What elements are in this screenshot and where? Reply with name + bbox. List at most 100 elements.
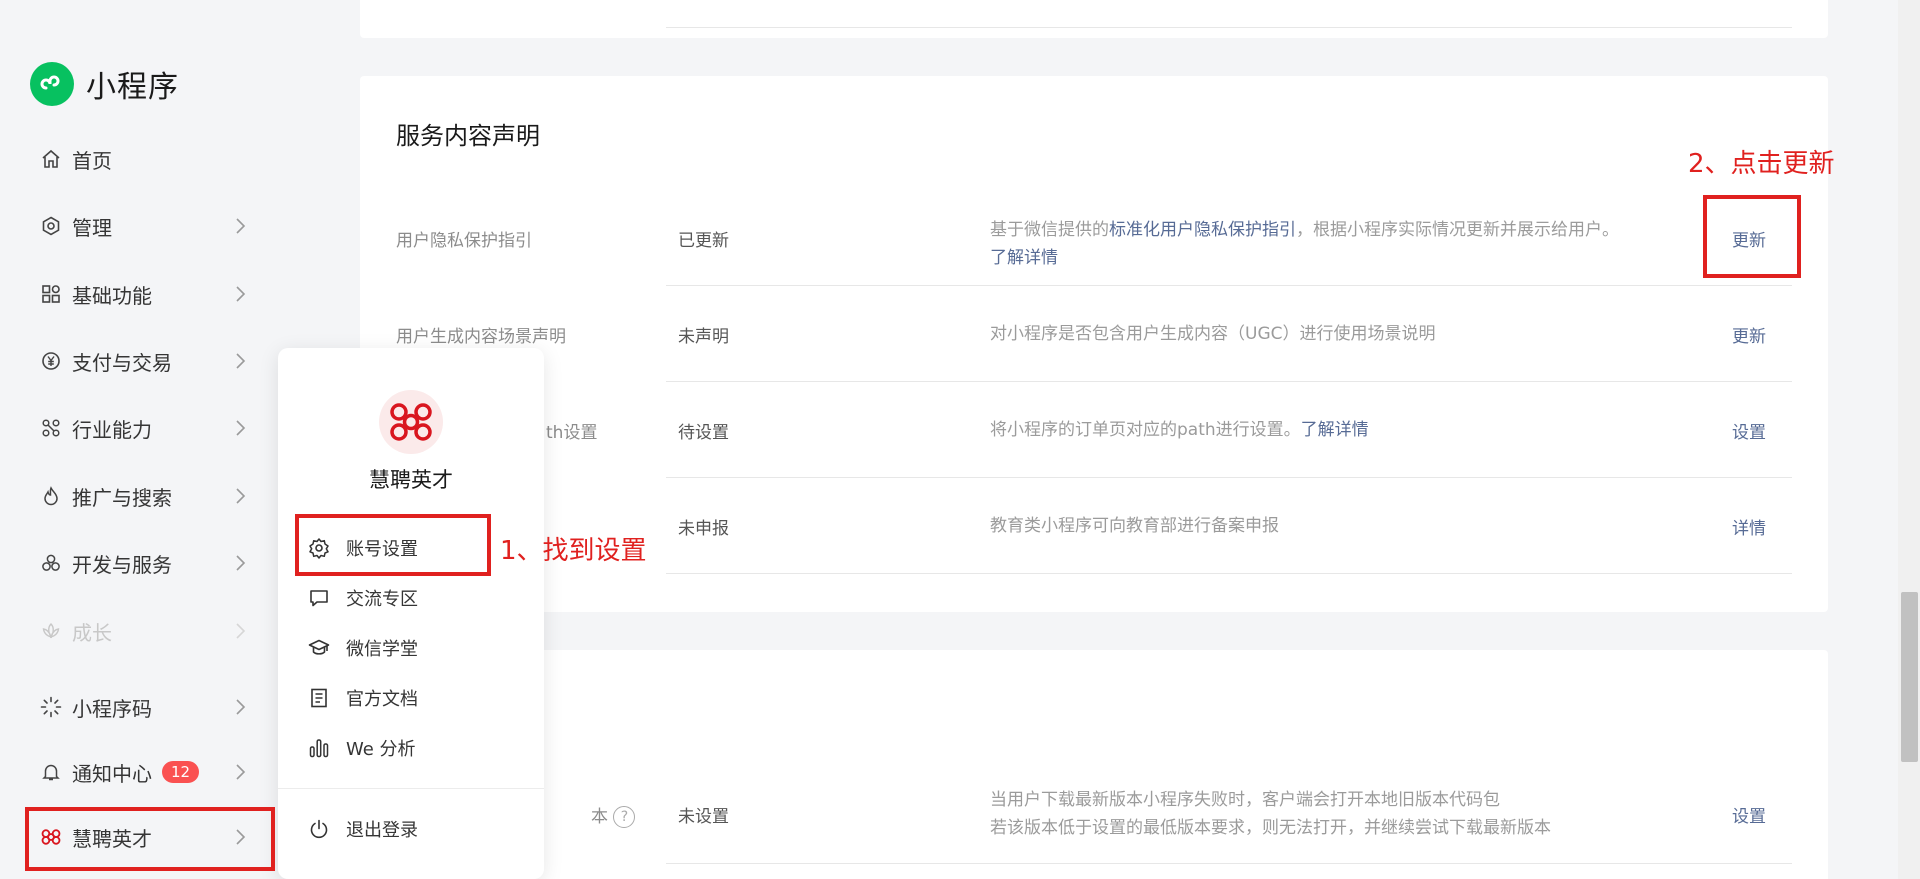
menu-item-label: We 分析 <box>346 739 416 760</box>
annotation-step1: 1、找到设置 <box>500 536 647 566</box>
home-icon <box>40 148 62 170</box>
sidebar: 小程序 首页 管理 基础功能 支付与交易 行业能力 推广与搜索 开发与服务 成长… <box>0 0 280 879</box>
chevron-right-icon <box>236 353 246 369</box>
lotus-icon <box>40 620 62 642</box>
official-docs-item[interactable]: 官方文档 <box>306 682 418 714</box>
row-description: 将小程序的订单页对应的path进行设置。了解详情 <box>990 420 1369 440</box>
sidebar-item-payment[interactable]: 支付与交易 <box>40 341 250 381</box>
chevron-right-icon <box>236 623 246 639</box>
community-item[interactable]: 交流专区 <box>306 582 418 614</box>
annotation-step2: 2、点击更新 <box>1688 149 1835 179</box>
hexagon-icon <box>40 215 62 237</box>
row-label: th设置 <box>546 423 598 443</box>
sidebar-item-industry[interactable]: 行业能力 <box>40 408 250 448</box>
document-icon <box>306 685 332 711</box>
update-ugc-button[interactable]: 更新 <box>1732 322 1766 347</box>
previous-card <box>360 0 1828 38</box>
row-description: 当用户下载最新版本小程序失败时，客户端会打开本地旧版本代码包 若该版本低于设置的… <box>990 790 1551 838</box>
sidebar-item-dev[interactable]: 开发与服务 <box>40 543 250 583</box>
grid-icon <box>40 283 62 305</box>
brand-name: 小程序 <box>86 70 179 105</box>
avatar <box>379 390 443 454</box>
bar-chart-icon <box>306 735 332 761</box>
chat-bubble-icon <box>306 585 332 611</box>
sidebar-item-qrcode[interactable]: 小程序码 <box>40 687 250 727</box>
menu-item-label: 官方文档 <box>346 689 418 710</box>
power-icon <box>306 816 332 842</box>
we-analytics-item[interactable]: We 分析 <box>306 732 416 764</box>
sidebar-item-notify[interactable]: 通知中心 12 <box>40 752 250 792</box>
table-row: 本 ? 未设置 当用户下载最新版本小程序失败时，客户端会打开本地旧版本代码包 若… <box>396 764 1792 864</box>
annotation-box-account <box>25 807 275 871</box>
knot-icon <box>390 403 432 441</box>
table-row: th设置 待设置 将小程序的订单页对应的path进行设置。了解详情 设置 <box>396 382 1792 478</box>
graduation-cap-icon <box>306 635 332 661</box>
section-title: 服务内容声明 <box>396 122 540 150</box>
row-status: 已更新 <box>678 231 729 251</box>
mini-program-logo-icon <box>30 62 74 106</box>
sidebar-item-label: 管理 <box>72 215 112 240</box>
chevron-right-icon <box>236 699 246 715</box>
cluster-icon <box>40 552 62 574</box>
sidebar-item-manage[interactable]: 管理 <box>40 206 250 246</box>
row-description: 对小程序是否包含用户生成内容（UGC）进行使用场景说明 <box>990 324 1436 344</box>
chevron-right-icon <box>236 488 246 504</box>
row-label: 本 ? <box>591 802 636 828</box>
sidebar-item-basic[interactable]: 基础功能 <box>40 274 250 314</box>
divider <box>666 27 1792 28</box>
menu-item-label: 微信学堂 <box>346 639 418 660</box>
help-icon[interactable]: ? <box>613 806 636 828</box>
chevron-right-icon <box>236 420 246 436</box>
wechat-academy-item[interactable]: 微信学堂 <box>306 632 418 664</box>
sidebar-item-label: 成长 <box>72 620 112 645</box>
chevron-right-icon <box>236 286 246 302</box>
table-row: 用户生成内容场景声明 未声明 对小程序是否包含用户生成内容（UGC）进行使用场景… <box>396 286 1792 382</box>
set-order-path-button[interactable]: 设置 <box>1732 418 1766 443</box>
account-popup-menu: 慧聘英才 账号设置 交流专区 微信学堂 官方文档 We 分析 退出登录 <box>278 348 544 879</box>
brand[interactable]: 小程序 <box>30 62 179 106</box>
notification-count-badge: 12 <box>162 761 200 783</box>
row-status: 未声明 <box>678 327 729 347</box>
sidebar-item-label: 支付与交易 <box>72 350 172 375</box>
sidebar-item-label: 小程序码 <box>72 696 152 721</box>
row-status: 待设置 <box>678 423 729 443</box>
row-label: 用户生成内容场景声明 <box>396 327 566 347</box>
chevron-right-icon <box>236 764 246 780</box>
sidebar-item-label: 开发与服务 <box>72 552 172 577</box>
sidebar-item-label: 行业能力 <box>72 417 152 442</box>
sidebar-item-promote[interactable]: 推广与搜索 <box>40 476 250 516</box>
version-settings-card: 本 ? 未设置 当用户下载最新版本小程序失败时，客户端会打开本地旧版本代码包 若… <box>360 650 1828 879</box>
flame-icon <box>40 485 62 507</box>
divider <box>278 788 544 789</box>
bell-icon <box>40 761 62 783</box>
sidebar-item-label: 推广与搜索 <box>72 485 172 510</box>
sidebar-item-home[interactable]: 首页 <box>40 139 250 179</box>
learn-more-link[interactable]: 了解详情 <box>1301 420 1369 440</box>
divider <box>666 863 1792 864</box>
row-description: 基于微信提供的标准化用户隐私保护指引，根据小程序实际情况更新并展示给用户。了解详… <box>990 220 1619 268</box>
nodes-icon <box>40 417 62 439</box>
set-min-version-button[interactable]: 设置 <box>1732 802 1766 827</box>
row-status: 未申报 <box>678 519 729 539</box>
row-description: 教育类小程序可向教育部进行备案申报 <box>990 516 1279 536</box>
chevron-right-icon <box>236 555 246 571</box>
menu-item-label: 退出登录 <box>346 820 418 841</box>
row-status: 未设置 <box>678 807 729 827</box>
account-name: 慧聘英才 <box>369 468 453 492</box>
sidebar-item-label: 通知中心 <box>72 761 152 786</box>
annotation-box-settings <box>295 514 491 576</box>
scrollbar[interactable] <box>1898 0 1920 879</box>
divider <box>666 573 1792 574</box>
chevron-right-icon <box>236 218 246 234</box>
logout-item[interactable]: 退出登录 <box>306 813 418 845</box>
yen-icon <box>40 350 62 372</box>
learn-more-link[interactable]: 了解详情 <box>990 248 1058 268</box>
annotation-box-update <box>1703 195 1801 278</box>
menu-item-label: 交流专区 <box>346 589 418 610</box>
privacy-guide-link[interactable]: 标准化用户隐私保护指引 <box>1109 220 1296 240</box>
sidebar-item-growth[interactable]: 成长 <box>40 611 250 651</box>
scrollbar-thumb[interactable] <box>1901 592 1918 762</box>
row-label: 用户隐私保护指引 <box>396 231 532 251</box>
sparkle-icon <box>40 696 62 718</box>
education-details-button[interactable]: 详情 <box>1732 514 1766 539</box>
